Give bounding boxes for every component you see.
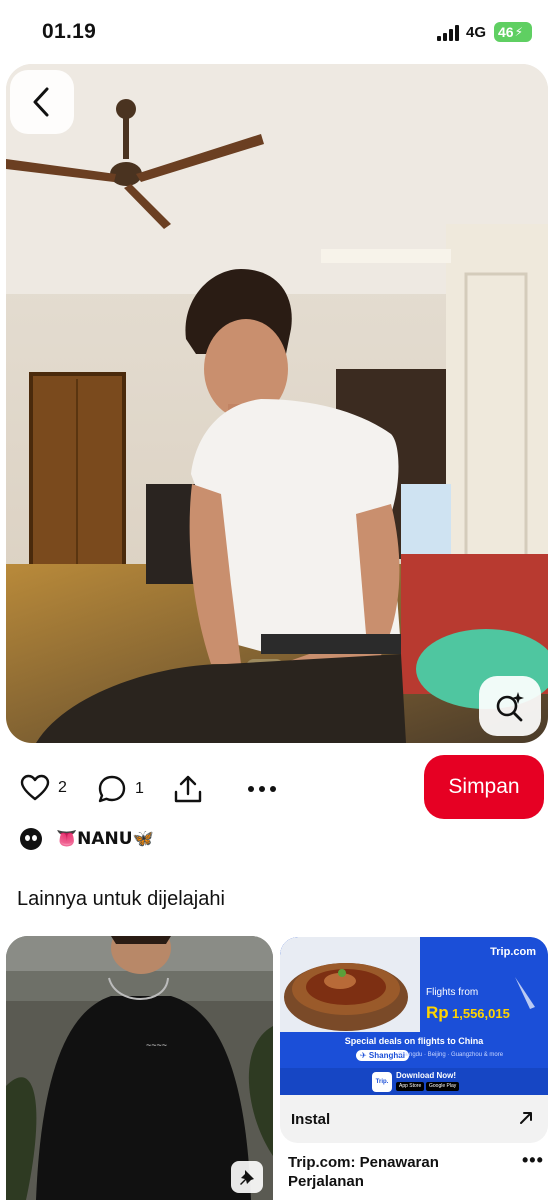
ad-route: Chengdu · Beijing · Guangzhou & more (398, 1052, 504, 1058)
related-pin-image: ~~~~ (6, 936, 273, 1200)
comment-count: 1 (135, 780, 144, 797)
section-title: Lainnya untuk dijelajahi (17, 888, 225, 910)
status-bar: 01.19 4G 46 ⚡ (0, 0, 554, 62)
related-pin-card[interactable]: ~~~~ (6, 936, 273, 1200)
app-store-badge: App Store (396, 1082, 425, 1091)
ad-price: 1,556,015 (452, 1006, 510, 1021)
comment-icon (98, 775, 126, 803)
ad-brand: Trip.com (490, 946, 536, 958)
pin-photo (6, 64, 548, 743)
more-options[interactable] (246, 774, 278, 804)
ad-price-currency: Rp (426, 1003, 449, 1022)
more-icon (248, 786, 276, 792)
network-type: 4G (466, 24, 487, 41)
battery-level: 46 (498, 24, 514, 40)
status-time: 01.19 (42, 20, 97, 43)
pin-author[interactable]: 👅NANU🦋 (20, 824, 154, 854)
heart-icon (20, 774, 50, 801)
install-button[interactable]: Instal (280, 1095, 548, 1143)
ad-title[interactable]: Trip.com: Penawaran Perjalanan (288, 1153, 498, 1191)
ad-logo: Trip. (372, 1072, 392, 1092)
like-action[interactable]: 2 (20, 774, 67, 802)
google-play-badge: Google Play (426, 1082, 460, 1091)
external-link-icon (520, 1112, 532, 1124)
svg-text:~~~~: ~~~~ (146, 1040, 167, 1050)
pin-action-bar: 2 1 Simpan (0, 752, 554, 824)
install-label: Instal (291, 1111, 331, 1128)
ad-special-deals: Special deals on flights to China (344, 1036, 484, 1046)
share-action[interactable] (173, 774, 203, 804)
ad-flights-from: Flights from (426, 987, 479, 998)
ad-card[interactable]: Trip.com Flights from Rp 1,556,015 Speci… (280, 937, 548, 1143)
battery-icon: 46 ⚡ (494, 22, 532, 42)
back-icon (33, 87, 49, 117)
pin-badge (231, 1161, 263, 1193)
back-button[interactable] (10, 70, 74, 134)
pushpin-icon (240, 1170, 254, 1185)
ad-more-button[interactable]: ••• (522, 1150, 544, 1171)
lens-search-icon (496, 692, 524, 722)
like-count: 2 (58, 779, 67, 796)
author-name[interactable]: 👅NANU🦋 (56, 829, 154, 849)
comment-action[interactable]: 1 (97, 774, 144, 804)
visual-search-button[interactable] (479, 676, 541, 736)
signal-icon (437, 25, 461, 41)
save-button[interactable]: Simpan (424, 755, 544, 819)
ad-download-text: Download Now! (396, 1071, 456, 1080)
avatar[interactable] (20, 828, 42, 850)
pin-image[interactable] (6, 64, 548, 743)
ad-banner[interactable]: Trip.com Flights from Rp 1,556,015 Speci… (280, 937, 548, 1095)
share-icon (174, 775, 202, 803)
